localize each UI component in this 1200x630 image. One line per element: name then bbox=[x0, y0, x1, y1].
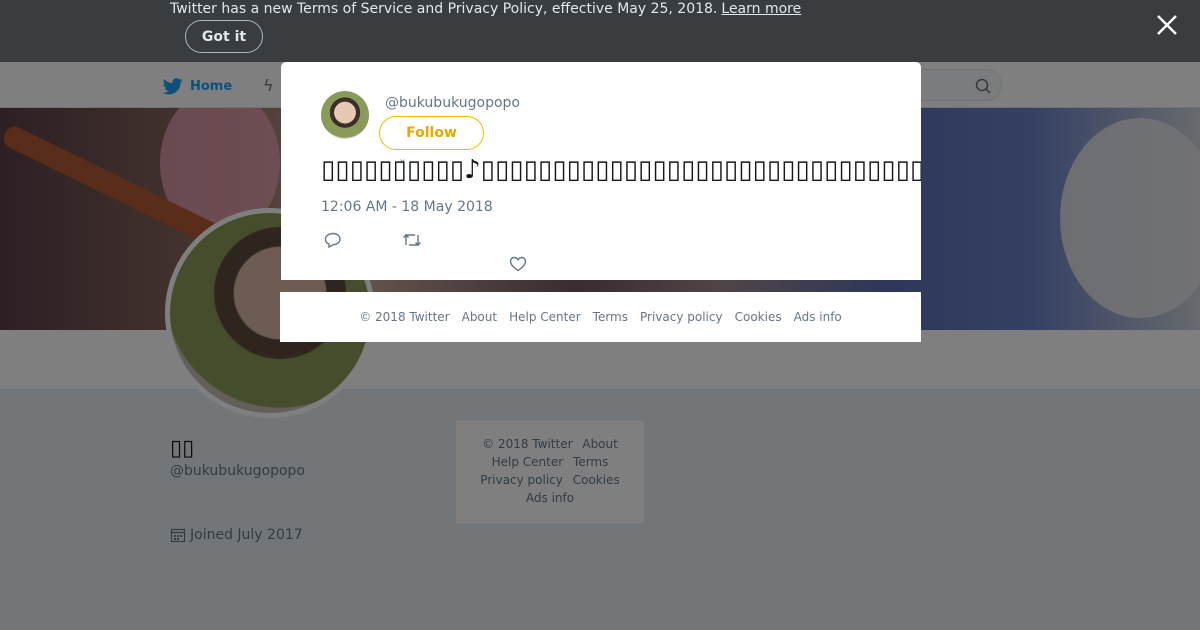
tweet-author-avatar[interactable] bbox=[321, 91, 369, 139]
modal-footer-link-terms[interactable]: Terms bbox=[593, 310, 628, 324]
policy-notice-bar: Twitter has a new Terms of Service and P… bbox=[0, 0, 1200, 62]
modal-footer-link-ads[interactable]: Ads info bbox=[794, 310, 842, 324]
policy-notice-text: Twitter has a new Terms of Service and P… bbox=[170, 1, 801, 17]
tweet-author-handle[interactable]: @bukubukugopopo bbox=[385, 95, 520, 111]
tweet-timestamp[interactable]: 12:06 AM - 18 May 2018 bbox=[321, 199, 493, 215]
follow-button[interactable]: Follow bbox=[379, 116, 484, 150]
retweet-icon[interactable] bbox=[402, 232, 422, 248]
close-icon[interactable] bbox=[1154, 12, 1180, 38]
policy-notice-message: Twitter has a new Terms of Service and P… bbox=[170, 1, 718, 17]
modal-footer: © 2018 Twitter About Help Center Terms P… bbox=[280, 292, 921, 342]
modal-footer-link-help[interactable]: Help Center bbox=[509, 310, 581, 324]
modal-footer-link-about[interactable]: About bbox=[462, 310, 497, 324]
got-it-button[interactable]: Got it bbox=[185, 20, 263, 53]
reply-icon[interactable] bbox=[324, 232, 342, 248]
learn-more-link[interactable]: Learn more bbox=[721, 1, 801, 17]
modal-footer-link-cookies[interactable]: Cookies bbox=[735, 310, 782, 324]
modal-footer-link-privacy[interactable]: Privacy policy bbox=[640, 310, 723, 324]
like-icon[interactable] bbox=[509, 256, 527, 272]
tweet-text: ▯▯▯▯▯▯▯▯▯▯♪▯▯▯▯▯▯▯▯▯▯▯▯▯▯▯▯▯▯▯▯▯▯▯▯▯▯▯▯▯… bbox=[321, 155, 921, 185]
modal-footer-copyright: © 2018 Twitter bbox=[359, 310, 450, 324]
tweet-modal: @bukubukugopopo Follow ⌄ ▯▯▯▯▯▯▯▯▯▯♪▯▯▯▯… bbox=[281, 62, 921, 280]
